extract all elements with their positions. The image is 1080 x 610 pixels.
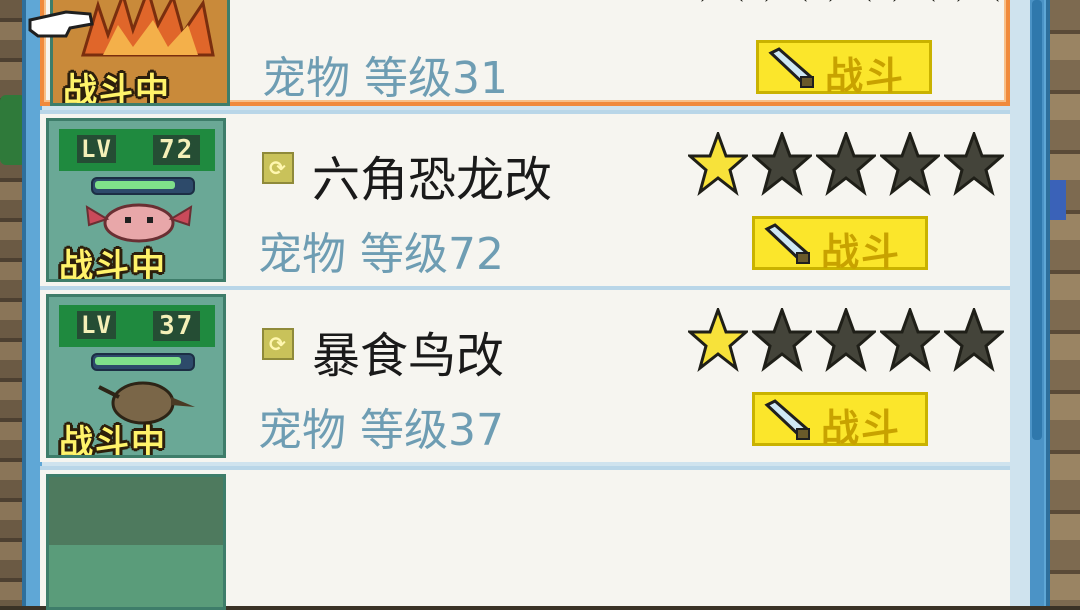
star-icon	[880, 132, 940, 196]
pet-level-text: 宠物 等级72	[258, 229, 504, 280]
star-icon	[701, 0, 743, 2]
level-badge-number: 37	[153, 311, 201, 341]
pet-row-0[interactable]: 战斗中 宠物 等级31 战斗	[40, 0, 1010, 106]
empty-pet-slot[interactable]	[46, 474, 226, 610]
pointer-hand-icon	[28, 10, 94, 38]
star-icon	[880, 308, 940, 372]
star-icon	[893, 0, 935, 2]
sword-icon	[764, 399, 810, 440]
star-icon	[765, 0, 807, 2]
star-icon	[816, 132, 876, 196]
pet-portrait[interactable]: LV 37 战斗中	[46, 294, 226, 458]
star-rating	[688, 132, 1004, 196]
star-icon	[944, 132, 1004, 196]
battle-status-label: 战斗中	[59, 247, 167, 282]
star-icon	[688, 308, 748, 372]
pet-type-icon: ⟳	[262, 152, 294, 184]
star-icon	[816, 308, 876, 372]
star-rating	[692, 0, 1008, 2]
star-icon	[829, 0, 871, 2]
star-icon	[752, 132, 812, 196]
battle-status-label: 战斗中	[59, 423, 167, 458]
level-badge-label: LV	[77, 135, 116, 163]
background-scenery-right	[1046, 0, 1080, 606]
empty-slot-band	[49, 477, 223, 545]
pet-portrait[interactable]: LV 72 战斗中	[46, 118, 226, 282]
battle-button[interactable]: 战斗	[752, 392, 928, 450]
level-badge-label: LV	[77, 311, 116, 339]
pet-name: 六角恐龙改	[312, 152, 553, 208]
sword-icon	[768, 47, 814, 88]
pet-type-icon: ⟳	[262, 328, 294, 360]
level-badge-number: 72	[153, 135, 201, 165]
pet-name: 暴食鸟改	[312, 328, 505, 384]
pet-row-2[interactable]: LV 37 战斗中 ⟳ 暴食鸟改 宠物 等级37 战斗	[40, 290, 1010, 462]
battle-button-label: 战斗	[821, 230, 902, 274]
battle-button-label: 战斗	[821, 406, 902, 450]
star-icon	[688, 132, 748, 196]
star-icon	[752, 308, 812, 372]
star-icon	[957, 0, 999, 2]
pet-list-scrollbar[interactable]	[1030, 0, 1044, 606]
pet-level-text: 宠物 等级37	[258, 405, 504, 456]
battle-button-label: 战斗	[825, 54, 906, 98]
battle-button[interactable]: 战斗	[752, 216, 928, 274]
battle-button[interactable]: 战斗	[756, 40, 932, 98]
pet-row-empty[interactable]	[40, 470, 1010, 610]
pet-row-1[interactable]: LV 72 战斗中 ⟳ 六角恐龙改 宠物 等级72 战斗	[40, 114, 1010, 286]
pet-level-text: 宠物 等级31	[262, 53, 508, 104]
scrollbar-thumb[interactable]	[1032, 0, 1042, 440]
battle-status-label: 战斗中	[63, 71, 171, 106]
star-rating	[688, 308, 1004, 372]
sword-icon	[764, 223, 810, 264]
star-icon	[944, 308, 1004, 372]
